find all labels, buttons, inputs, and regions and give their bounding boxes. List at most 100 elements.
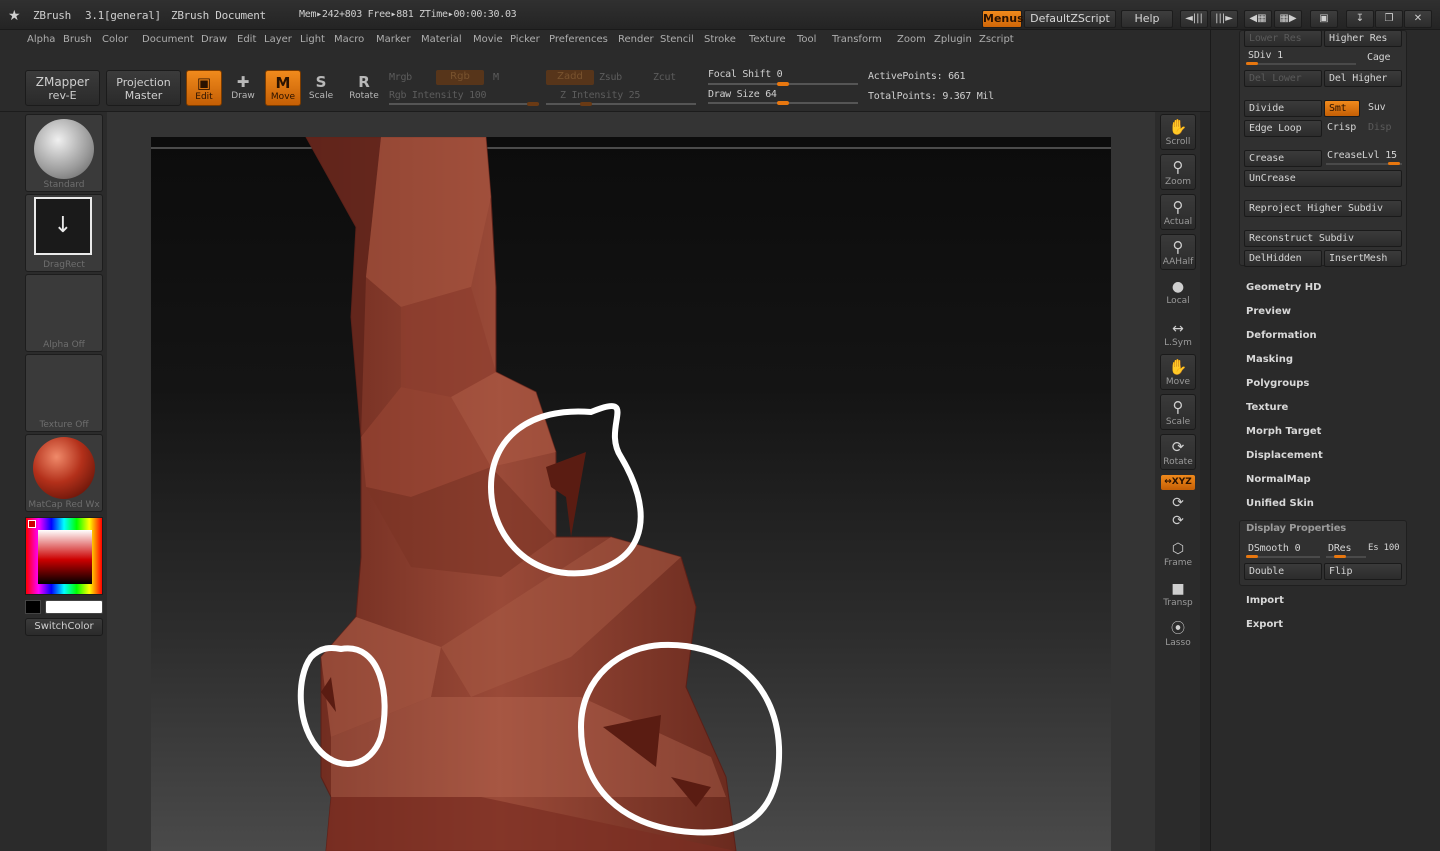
- menus-button[interactable]: Menus: [982, 10, 1024, 28]
- alpha-selector[interactable]: Alpha Off: [25, 274, 103, 352]
- del-lower-button[interactable]: Del Lower: [1244, 70, 1322, 87]
- actual-button[interactable]: ⚲ Actual: [1160, 194, 1196, 230]
- lower-res-button[interactable]: Lower Res: [1244, 30, 1322, 47]
- help-button[interactable]: Help: [1121, 10, 1173, 28]
- menu-picker[interactable]: Picker: [510, 34, 540, 45]
- uncrease-button[interactable]: UnCrease: [1244, 170, 1402, 187]
- menu-stencil[interactable]: Stencil: [660, 34, 694, 45]
- local-button[interactable]: ● Local: [1160, 278, 1196, 306]
- texture-selector[interactable]: Texture Off: [25, 354, 103, 432]
- zadd-button[interactable]: Zadd: [546, 70, 594, 85]
- zsub-button[interactable]: Zsub: [599, 72, 622, 83]
- aahalf-button[interactable]: ⚲ AAHalf: [1160, 234, 1196, 270]
- draw-size-knob[interactable]: [777, 101, 789, 105]
- z-intensity-knob[interactable]: [580, 102, 592, 106]
- dsmooth-slider[interactable]: DSmooth 0: [1248, 543, 1301, 554]
- suv-toggle[interactable]: Suv: [1368, 102, 1386, 113]
- insertmesh-button[interactable]: InsertMesh: [1324, 250, 1402, 267]
- menu-light[interactable]: Light: [300, 34, 325, 45]
- section-morph-target[interactable]: Morph Target: [1246, 426, 1321, 437]
- crease-button[interactable]: Crease: [1244, 150, 1322, 167]
- color-picker[interactable]: [25, 517, 103, 595]
- sdiv-knob[interactable]: [1246, 62, 1258, 65]
- menu-movie[interactable]: Movie: [473, 34, 503, 45]
- crisp-toggle[interactable]: Crisp: [1327, 122, 1356, 133]
- higher-res-button[interactable]: Higher Res: [1324, 30, 1402, 47]
- maximize-icon[interactable]: ❐: [1375, 10, 1403, 28]
- divide-button[interactable]: Divide: [1244, 100, 1322, 117]
- menu-texture[interactable]: Texture: [749, 34, 786, 45]
- focal-shift-knob[interactable]: [777, 82, 789, 86]
- minimize-icon[interactable]: ↧: [1346, 10, 1374, 28]
- menu-marker[interactable]: Marker: [376, 34, 411, 45]
- rgb-button[interactable]: Rgb: [436, 70, 484, 85]
- focal-shift-slider[interactable]: Focal Shift 0: [708, 69, 783, 80]
- cage-button[interactable]: Cage: [1367, 52, 1390, 63]
- layout-left-icon[interactable]: ◀▦: [1244, 10, 1272, 28]
- projection-master-button[interactable]: Projection Master: [106, 70, 181, 106]
- zoom-button[interactable]: ⚲ Zoom: [1160, 154, 1196, 190]
- export-button[interactable]: Export: [1246, 619, 1283, 630]
- z-intensity-track[interactable]: [546, 103, 696, 105]
- import-button[interactable]: Import: [1246, 595, 1284, 606]
- disp-toggle[interactable]: Disp: [1368, 122, 1391, 133]
- stroke-selector[interactable]: ↓ DragRect: [25, 194, 103, 272]
- menu-alpha[interactable]: Alpha: [27, 34, 55, 45]
- menu-draw[interactable]: Draw: [201, 34, 227, 45]
- section-masking[interactable]: Masking: [1246, 354, 1293, 365]
- crease-level-knob[interactable]: [1388, 162, 1400, 165]
- section-geometry-hd[interactable]: Geometry HD: [1246, 282, 1321, 293]
- del-higher-button[interactable]: Del Higher: [1324, 70, 1402, 87]
- menu-zplugin[interactable]: Zplugin: [934, 34, 972, 45]
- menu-render[interactable]: Render: [618, 34, 654, 45]
- reconstruct-subdiv-button[interactable]: Reconstruct Subdiv: [1244, 230, 1402, 247]
- dres-slider[interactable]: DRes: [1328, 543, 1351, 554]
- smt-toggle[interactable]: Smt: [1324, 100, 1360, 117]
- dres-track[interactable]: [1326, 556, 1366, 558]
- primary-color-swatch[interactable]: [45, 600, 103, 614]
- transp-button[interactable]: ■ Transp: [1160, 580, 1196, 608]
- section-unified-skin[interactable]: Unified Skin: [1246, 498, 1314, 509]
- reproject-higher-subdiv-button[interactable]: Reproject Higher Subdiv: [1244, 200, 1402, 217]
- crease-level-slider[interactable]: CreaseLvl 15: [1327, 150, 1397, 161]
- layout-right-icon[interactable]: ▦▶: [1274, 10, 1302, 28]
- brush-selector[interactable]: Standard: [25, 114, 103, 192]
- menu-document[interactable]: Document: [142, 34, 194, 45]
- zmapper-button[interactable]: ZMapper rev-E: [25, 70, 100, 106]
- delhidden-button[interactable]: DelHidden: [1244, 250, 1322, 267]
- secondary-color-swatch[interactable]: [25, 600, 41, 614]
- dres-knob[interactable]: [1334, 555, 1346, 558]
- draw-button[interactable]: ✚ Draw: [225, 70, 261, 106]
- lasso-button[interactable]: ⦿ Lasso: [1160, 620, 1196, 648]
- scale-button[interactable]: S Scale: [303, 70, 339, 106]
- menu-preferences[interactable]: Preferences: [549, 34, 608, 45]
- menu-tool[interactable]: Tool: [797, 34, 816, 45]
- dsmooth-knob[interactable]: [1246, 555, 1258, 558]
- rgb-intensity-knob[interactable]: [527, 102, 539, 106]
- rotate-button[interactable]: R Rotate: [346, 70, 382, 106]
- rgb-intensity-track[interactable]: [389, 103, 539, 105]
- color-swatch-square[interactable]: [38, 530, 92, 584]
- section-texture[interactable]: Texture: [1246, 402, 1288, 413]
- draw-size-slider[interactable]: Draw Size 64: [708, 89, 777, 100]
- default-zscript-button[interactable]: DefaultZScript: [1024, 10, 1116, 28]
- menu-layer[interactable]: Layer: [264, 34, 292, 45]
- close-icon[interactable]: ✕: [1404, 10, 1432, 28]
- switch-color-button[interactable]: SwitchColor: [25, 618, 103, 636]
- xyz-button[interactable]: ↔XYZ: [1161, 475, 1195, 490]
- scroll-right-icon[interactable]: |||►: [1210, 10, 1238, 28]
- z-intensity-slider[interactable]: Z Intensity 25: [560, 90, 640, 101]
- menu-brush[interactable]: Brush: [63, 34, 92, 45]
- menu-transform[interactable]: Transform: [832, 34, 882, 45]
- scroll-left-icon[interactable]: ◄|||: [1180, 10, 1208, 28]
- menu-stroke[interactable]: Stroke: [704, 34, 736, 45]
- menu-color[interactable]: Color: [102, 34, 128, 45]
- rotate-y-button[interactable]: ⟳: [1160, 494, 1196, 512]
- sdiv-slider[interactable]: SDiv 1: [1248, 50, 1283, 61]
- lsym-button[interactable]: ↔ L.Sym: [1160, 320, 1196, 348]
- section-displacement[interactable]: Displacement: [1246, 450, 1323, 461]
- material-selector[interactable]: MatCap Red Wx: [25, 434, 103, 512]
- rotate-z-button[interactable]: ⟳: [1160, 512, 1196, 530]
- section-preview[interactable]: Preview: [1246, 306, 1291, 317]
- double-button[interactable]: Double: [1244, 563, 1322, 580]
